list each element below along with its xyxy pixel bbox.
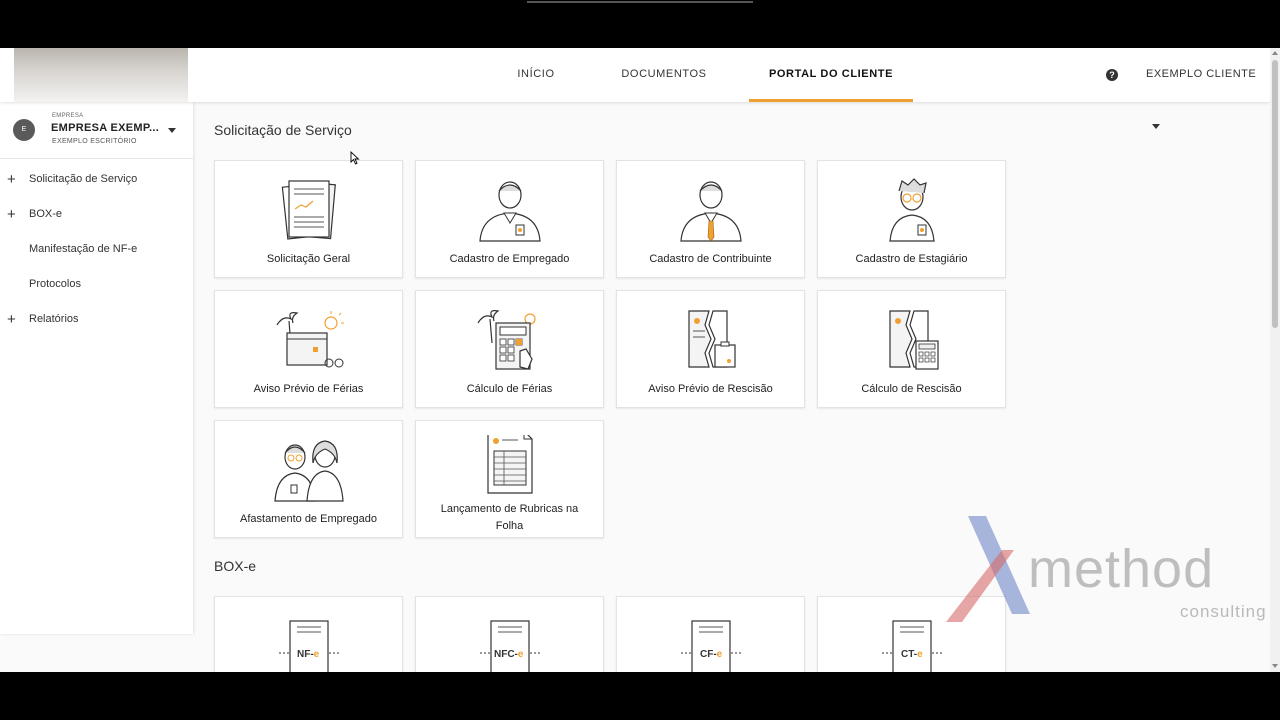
sidebar-item-label: Relatórios: [29, 313, 79, 325]
card-label: Cálculo de Rescisão: [861, 383, 962, 395]
chevron-down-icon: [1152, 123, 1160, 129]
documents-icon: [281, 180, 336, 240]
vacation-calculator-icon: [476, 310, 536, 370]
card-label: Lançamento de Rubricas na Folha: [440, 503, 579, 532]
header: INÍCIO DOCUMENTOS PORTAL DO CLIENTE ? EX…: [0, 48, 1270, 129]
card-label: Cadastro de Empregado: [449, 253, 570, 265]
scrollbar-thumb[interactable]: [1272, 60, 1278, 328]
page-scrollbar[interactable]: [1270, 48, 1280, 672]
sidebar-item-manifestacao[interactable]: Manifestação de NF-e: [0, 232, 193, 267]
svg-text:CF-e: CF-e: [700, 649, 723, 660]
card-cadastro-empregado[interactable]: Cadastro de Empregado: [415, 160, 604, 278]
sidebar-item-relatorios[interactable]: + Relatórios: [0, 302, 193, 337]
help-icon[interactable]: ?: [1106, 69, 1118, 81]
sidebar-item-label: Solicitação de Serviço: [29, 173, 138, 185]
card-aviso-previo-rescisao[interactable]: Aviso Prévio de Rescisão: [616, 290, 805, 408]
video-letterbox-bottom: [0, 672, 1280, 720]
brand-logo[interactable]: [14, 48, 188, 102]
card-nfc-e[interactable]: NFC-e: [415, 596, 604, 672]
card-label: Solicitação Geral: [266, 253, 351, 265]
user-menu[interactable]: EXEMPLO CLIENTE: [1146, 48, 1270, 129]
card-afastamento-empregado[interactable]: Afastamento de Empregado: [214, 420, 403, 538]
payroll-sheet-icon: [486, 435, 533, 494]
sidebar-item-solicitacao[interactable]: + Solicitação de Serviço: [0, 162, 193, 197]
app-window: INÍCIO DOCUMENTOS PORTAL DO CLIENTE ? EX…: [0, 48, 1280, 672]
scroll-down-icon[interactable]: [1272, 664, 1278, 668]
nav-portal-do-cliente[interactable]: PORTAL DO CLIENTE: [749, 48, 913, 102]
company-office: EXEMPLO ESCRITÓRIO: [52, 138, 137, 145]
plus-icon: +: [7, 206, 16, 223]
sidebar-item-protocolos[interactable]: Protocolos: [0, 267, 193, 302]
plus-icon: +: [7, 311, 16, 328]
svg-text:CT-e: CT-e: [901, 649, 923, 660]
cfe-document-icon: CF-e: [680, 620, 741, 672]
employee-icon: [478, 181, 541, 242]
company-label: EMPRESA: [52, 113, 84, 119]
card-label: Aviso Prévio de Rescisão: [648, 383, 773, 395]
svg-text:NFC-e: NFC-e: [494, 649, 524, 660]
card-label: Aviso Prévio de Férias: [253, 383, 364, 395]
mouse-cursor-icon: [350, 151, 360, 165]
card-lancamento-rubricas[interactable]: Lançamento de Rubricas na Folha: [415, 420, 604, 538]
card-calculo-ferias[interactable]: Cálculo de Férias: [415, 290, 604, 408]
watermark-subtext: consulting: [1180, 602, 1267, 621]
card-cadastro-contribuinte[interactable]: Cadastro de Contribuinte: [616, 160, 805, 278]
sidebar-item-box-e[interactable]: + BOX-e: [0, 197, 193, 232]
user-name: EXEMPLO CLIENTE: [1146, 68, 1257, 80]
plus-icon: +: [7, 171, 16, 188]
nfce-document-icon: NFC-e: [479, 620, 540, 672]
card-nf-e[interactable]: NF-e: [214, 596, 403, 672]
card-label: Cadastro de Estagiário: [855, 253, 968, 265]
card-calculo-rescisao[interactable]: Cálculo de Rescisão: [817, 290, 1006, 408]
nav-inicio[interactable]: INÍCIO: [508, 48, 564, 102]
leave-icon: [273, 440, 344, 502]
xmethod-watermark: method consulting: [940, 510, 1270, 630]
taxpayer-icon: [679, 181, 742, 242]
card-solicitacao-geral[interactable]: Solicitação Geral: [214, 160, 403, 278]
vacation-notice-icon: [275, 311, 344, 368]
card-label: Afastamento de Empregado: [240, 513, 377, 525]
card-label: Cadastro de Contribuinte: [649, 253, 772, 265]
sidebar-item-label: Protocolos: [29, 278, 81, 290]
company-name: EMPRESA EXEMP...: [51, 122, 160, 134]
svg-text:NF-e: NF-e: [297, 649, 320, 660]
sidebar: E EMPRESA EMPRESA EXEMP... EXEMPLO ESCRI…: [0, 102, 193, 634]
nfe-document-icon: NF-e: [278, 620, 339, 672]
sidebar-item-label: BOX-e: [29, 208, 63, 220]
termination-calculator-icon: [888, 310, 939, 370]
card-cadastro-estagiario[interactable]: Cadastro de Estagiário: [817, 160, 1006, 278]
section-title-box-e: BOX-e: [214, 558, 257, 574]
card-aviso-previo-ferias[interactable]: Aviso Prévio de Férias: [214, 290, 403, 408]
intern-icon: [888, 178, 935, 242]
nav-documentos[interactable]: DOCUMENTOS: [618, 48, 710, 102]
sidebar-item-label: Manifestação de NF-e: [29, 243, 138, 255]
chevron-down-icon: [168, 128, 176, 133]
company-selector[interactable]: E EMPRESA EMPRESA EXEMP... EXEMPLO ESCRI…: [0, 102, 193, 159]
company-avatar: E: [13, 119, 35, 141]
section-title-solicitacao: Solicitação de Serviço: [214, 122, 352, 138]
video-letterbox-top: [0, 0, 1280, 48]
watermark-text: method: [1028, 539, 1215, 599]
card-label: Cálculo de Férias: [466, 383, 553, 395]
termination-notice-icon: [687, 310, 736, 368]
scroll-up-icon[interactable]: [1272, 51, 1278, 55]
card-cf-e[interactable]: CF-e: [616, 596, 805, 672]
x-logo-icon: [946, 516, 1030, 622]
